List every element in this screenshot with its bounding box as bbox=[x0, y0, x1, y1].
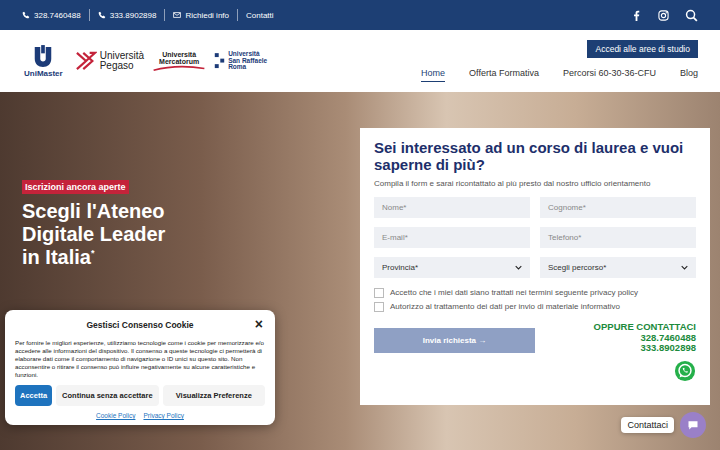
contact-form: Sei interessato ad un corso di laurea e … bbox=[360, 128, 710, 405]
instagram-icon[interactable] bbox=[658, 10, 669, 21]
nav-item[interactable]: Percorsi 60-30-36-CFU bbox=[563, 68, 656, 82]
unimaster-icon bbox=[32, 45, 54, 69]
contact-phone[interactable]: 328.7460488 bbox=[641, 333, 696, 344]
top-contact[interactable]: 328.7460488 bbox=[22, 11, 81, 20]
contact-phone[interactable]: 333.8902898 bbox=[641, 343, 696, 354]
chevron-down-icon bbox=[515, 265, 522, 270]
form-field[interactable]: Telefono* bbox=[540, 227, 696, 248]
top-bar: 328.7460488 333.8902898 Richiedi info Conta… bbox=[0, 0, 720, 30]
university-logo[interactable]: UniMaster bbox=[24, 45, 63, 78]
checkbox[interactable] bbox=[374, 288, 384, 298]
top-contact[interactable]: Richiedi info bbox=[173, 11, 229, 20]
checkbox[interactable] bbox=[374, 302, 384, 312]
submit-button[interactable]: Invia richiesta → bbox=[374, 328, 535, 353]
search-icon[interactable] bbox=[685, 9, 698, 22]
nav-item[interactable]: Offerta Formativa bbox=[469, 68, 539, 82]
separator bbox=[164, 9, 165, 21]
page: 328.7460488333.8902898Richiedi infoConta… bbox=[0, 0, 720, 450]
mercatorum-swoosh-icon bbox=[152, 65, 206, 72]
policy-link[interactable]: Privacy Policy bbox=[143, 412, 183, 419]
hero-headline: Scegli l'AteneoDigitale Leaderin Italia* bbox=[22, 200, 165, 269]
form-title: Sei interessato ad un corso di laurea e … bbox=[374, 140, 696, 173]
university-logo[interactable]: UniversitàMercatorum bbox=[152, 51, 206, 72]
consent-checkbox[interactable]: Accetto che i miei dati siano trattati n… bbox=[374, 288, 696, 298]
cookie-button[interactable]: Accetta bbox=[15, 385, 52, 406]
university-logo[interactable]: UniversitàSan RaffaeleRoma bbox=[214, 51, 267, 71]
form-field[interactable]: E-mail* bbox=[374, 227, 530, 248]
policy-link[interactable]: Cookie Policy bbox=[96, 412, 135, 419]
separator bbox=[237, 9, 238, 21]
form-field[interactable]: Cognome* bbox=[540, 197, 696, 218]
form-field[interactable]: Scegli percorso* bbox=[540, 257, 696, 278]
chevron-down-icon bbox=[681, 265, 688, 270]
phone-icon bbox=[22, 11, 30, 19]
cookie-button[interactable]: Visualizza Preferenze bbox=[163, 385, 265, 406]
enrollment-badge: Iscrizioni ancora aperte bbox=[22, 180, 129, 194]
chat-widget[interactable]: Contattaci bbox=[621, 412, 706, 438]
form-subtitle: Compila il form e sarai ricontattato al … bbox=[374, 179, 696, 189]
consent-checkbox[interactable]: Autorizzo al trattamento dei dati per in… bbox=[374, 302, 696, 312]
top-contact[interactable]: Contatti bbox=[246, 11, 274, 20]
form-field[interactable]: Nome* bbox=[374, 197, 530, 218]
top-contact[interactable]: 333.8902898 bbox=[98, 11, 157, 20]
pegaso-icon bbox=[75, 51, 97, 71]
form-field[interactable]: Provincia* bbox=[374, 257, 530, 278]
chat-button[interactable] bbox=[680, 412, 706, 438]
cookie-button[interactable]: Continua senza accettare bbox=[56, 385, 158, 406]
cookie-dialog: Gestisci Consenso Cookie×Per fornire le … bbox=[5, 310, 275, 425]
contact-block: OPPURE CONTATTACI328.7460488333.8902898 bbox=[594, 322, 696, 383]
whatsapp-icon[interactable] bbox=[674, 360, 696, 382]
main-nav: Home Offerta Formativa Percorsi 60-30-36-C… bbox=[421, 68, 698, 82]
sanraffaele-icon bbox=[214, 52, 225, 70]
separator bbox=[89, 9, 90, 21]
nav-item[interactable]: Blog bbox=[680, 68, 698, 82]
phone-icon bbox=[98, 11, 106, 19]
mail-icon bbox=[173, 11, 181, 19]
header: UniMaster UniversitàPegaso UniversitàMerca… bbox=[0, 30, 720, 92]
nav-item[interactable]: Home bbox=[421, 68, 445, 82]
chat-icon bbox=[687, 419, 699, 431]
close-button[interactable]: × bbox=[255, 316, 263, 332]
university-logo[interactable]: UniversitàPegaso bbox=[75, 51, 144, 71]
study-area-button[interactable]: Accedi alle aree di studio bbox=[587, 40, 698, 58]
facebook-icon[interactable] bbox=[631, 10, 642, 21]
